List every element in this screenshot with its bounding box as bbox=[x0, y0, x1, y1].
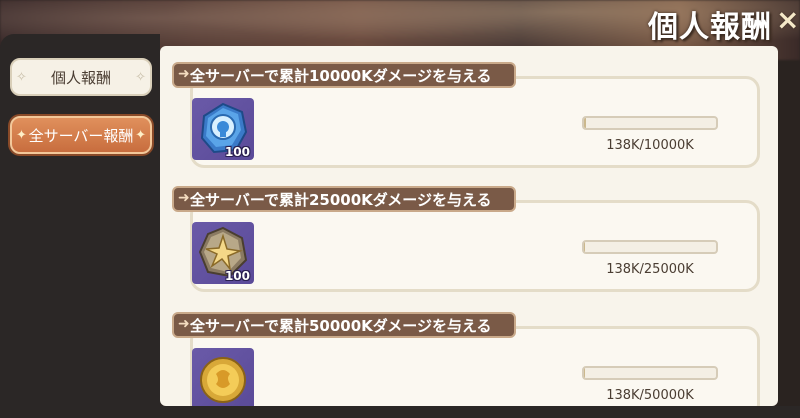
close-icon[interactable]: × bbox=[776, 2, 800, 38]
sparkle-icon: ✧ bbox=[135, 69, 146, 85]
mission-list[interactable]: ➜ 全サーバーで累計10000Kダメージを与える 100 138K/10000K… bbox=[160, 46, 778, 406]
progress-bar bbox=[582, 366, 718, 380]
progress-text: 138K/25000K bbox=[606, 262, 694, 277]
arrow-icon: ➜ bbox=[178, 316, 190, 332]
tab-personal-reward[interactable]: ✧ 個人報酬 ✧ bbox=[10, 58, 152, 96]
progress-text: 138K/50000K bbox=[606, 388, 694, 403]
progress-text: 138K/10000K bbox=[606, 138, 694, 153]
arrow-icon: ➜ bbox=[178, 66, 190, 82]
mission-label: ➜ 全サーバーで累計50000Kダメージを与える bbox=[172, 312, 516, 338]
progress-bar bbox=[582, 240, 718, 254]
progress-fill bbox=[584, 242, 585, 252]
sparkle-icon: ✦ bbox=[135, 127, 146, 143]
mission-item: ➜ 全サーバーで累計25000Kダメージを与える 100 138K/25000K bbox=[172, 186, 774, 298]
sparkle-icon: ✧ bbox=[16, 69, 27, 85]
mission-label-text: 全サーバーで累計10000Kダメージを与える bbox=[190, 66, 492, 85]
arrow-icon: ➜ bbox=[178, 190, 190, 206]
reward-quantity: 100 bbox=[224, 269, 250, 283]
progress-fill bbox=[584, 118, 586, 128]
reward-quantity: 100 bbox=[224, 145, 250, 159]
sparkle-icon: ✦ bbox=[16, 127, 27, 143]
tab-server-reward[interactable]: ✦ 全サーバー報酬 ✦ bbox=[10, 116, 152, 154]
page-title: 個人報酬 bbox=[648, 10, 772, 45]
tab-label: 個人報酬 bbox=[50, 68, 111, 87]
reward-item[interactable] bbox=[192, 348, 254, 406]
reward-item[interactable]: 100 bbox=[192, 222, 254, 284]
mission-label-text: 全サーバーで累計50000Kダメージを与える bbox=[190, 316, 492, 335]
mission-label-text: 全サーバーで累計25000Kダメージを与える bbox=[190, 190, 492, 209]
mission-label: ➜ 全サーバーで累計25000Kダメージを与える bbox=[172, 186, 516, 212]
mission-item: ➜ 全サーバーで累計50000Kダメージを与える 138K/50000K bbox=[172, 312, 774, 406]
mission-item: ➜ 全サーバーで累計10000Kダメージを与える 100 138K/10000K bbox=[172, 62, 774, 174]
tab-label: 全サーバー報酬 bbox=[28, 126, 134, 145]
progress-bar bbox=[582, 116, 718, 130]
mission-label: ➜ 全サーバーで累計10000Kダメージを与える bbox=[172, 62, 516, 88]
bottom-border bbox=[160, 406, 800, 418]
reward-item[interactable]: 100 bbox=[192, 98, 254, 160]
gold-coin-icon bbox=[200, 357, 246, 403]
